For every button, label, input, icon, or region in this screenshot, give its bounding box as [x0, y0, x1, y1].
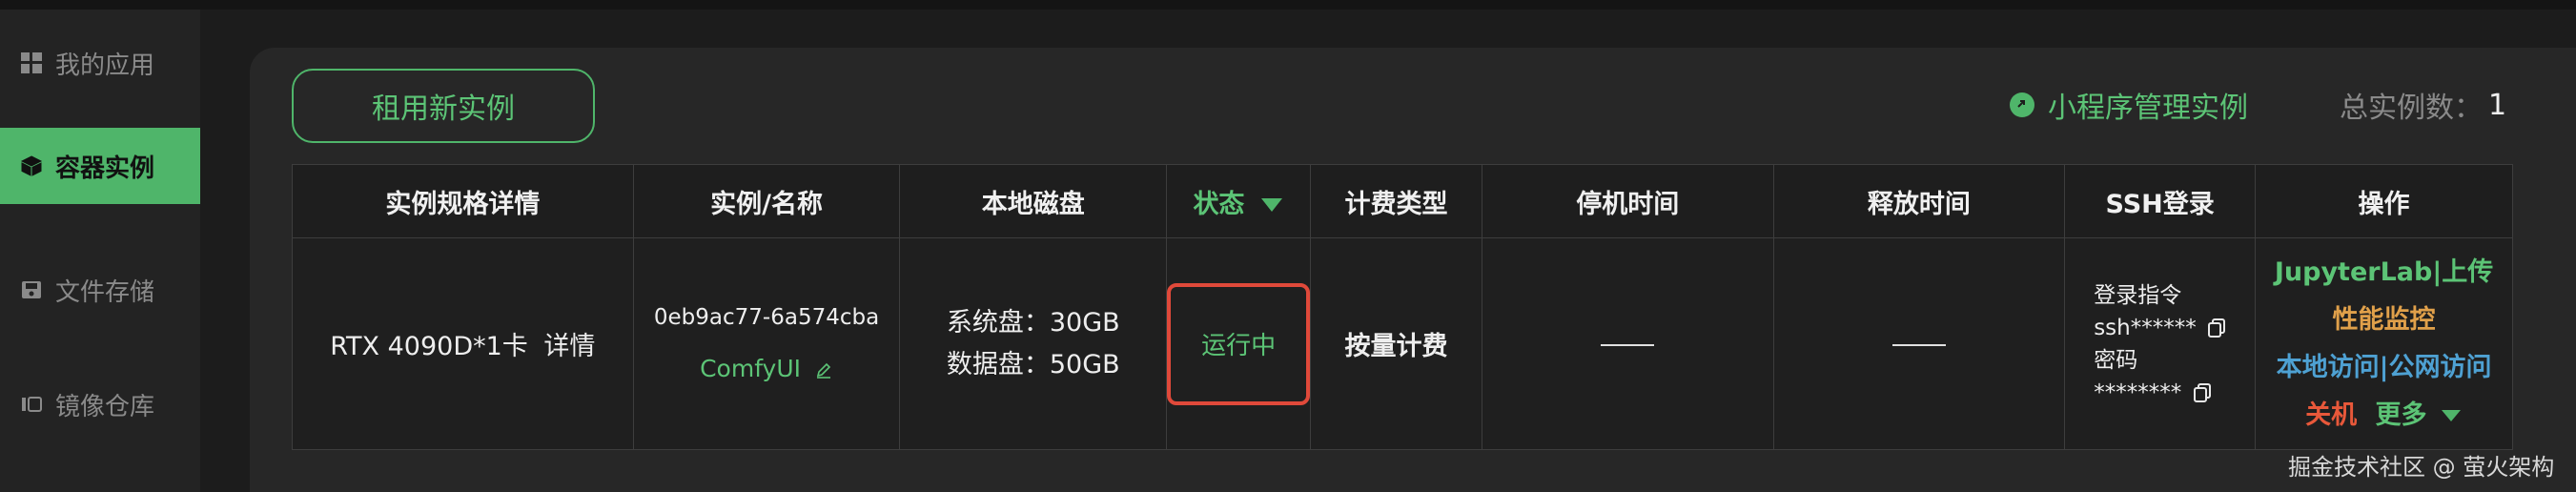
- jupyterlab-link[interactable]: JupyterLab: [2275, 257, 2432, 287]
- sidebar-item-file-storage[interactable]: 文件存储: [0, 252, 200, 328]
- empty-dash: [1891, 343, 1946, 346]
- table-header-row: 实例规格详情 实例/名称 本地磁盘 状态 计费类型 停机时间 释放时间 SSH登…: [292, 164, 2513, 238]
- instance-name-label: ComfyUI: [700, 355, 802, 382]
- public-access-link[interactable]: 公网访问: [2388, 353, 2491, 382]
- sidebar-item-my-apps[interactable]: 我的应用: [0, 25, 200, 101]
- access-row: 本地访问|公网访问: [2276, 352, 2492, 382]
- watermark: 掘金技术社区 @ 萤火架构: [2288, 454, 2555, 481]
- column-header-release-time: 释放时间: [1772, 164, 2066, 238]
- cell-spec: RTX 4090D*1卡 详情: [292, 237, 634, 450]
- total-instances: 总实例数： 1: [2340, 86, 2507, 126]
- instance-name[interactable]: ComfyUI: [634, 355, 900, 382]
- rent-new-instance-button[interactable]: 租用新实例: [292, 69, 595, 143]
- jupyter-upload-row: JupyterLab|上传: [2274, 256, 2494, 287]
- copy-icon[interactable]: [2207, 318, 2226, 338]
- edit-icon[interactable]: [814, 360, 833, 379]
- more-label: 更多: [2375, 400, 2427, 430]
- ssh-password-value: ********: [2094, 379, 2182, 405]
- sidebar: 我的应用 容器实例 文件存储 镜像仓库: [0, 10, 200, 492]
- cell-actions: JupyterLab|上传 性能监控 本地访问|公网访问 关机 更多: [2255, 237, 2513, 450]
- sidebar-item-container-instances[interactable]: 容器实例: [0, 128, 200, 204]
- copy-icon[interactable]: [2193, 382, 2212, 403]
- chevron-down-icon: [2441, 410, 2461, 421]
- filter-triangle-icon: [1260, 198, 1282, 212]
- column-header-instance-name: 实例/名称: [632, 164, 901, 238]
- total-count: 1: [2488, 88, 2507, 122]
- ssh-command-label: 登录指令: [2094, 282, 2182, 308]
- sidebar-item-label: 容器实例: [55, 154, 155, 183]
- sidebar-item-label: 镜像仓库: [55, 392, 155, 421]
- grid-icon: [19, 51, 44, 75]
- sidebar-item-label: 我的应用: [55, 51, 155, 80]
- monitor-row: 性能监控: [2256, 297, 2512, 344]
- mini-program-manage-label: 小程序管理实例: [2048, 92, 2248, 125]
- performance-monitor-link[interactable]: 性能监控: [2333, 305, 2436, 335]
- image-icon: [19, 392, 44, 417]
- shutdown-button[interactable]: 关机: [2305, 400, 2357, 430]
- spec-details-link[interactable]: 详情: [543, 332, 595, 361]
- local-access-link[interactable]: 本地访问: [2277, 353, 2380, 382]
- sidebar-item-image-registry[interactable]: 镜像仓库: [0, 366, 200, 442]
- disk-icon: [19, 277, 44, 302]
- ssh-command-value: ssh******: [2094, 315, 2197, 340]
- more-dropdown[interactable]: 更多: [2376, 400, 2463, 430]
- column-header-local-disk: 本地磁盘: [899, 164, 1168, 238]
- column-header-spec: 实例规格详情: [292, 164, 634, 238]
- link-icon: [2010, 92, 2034, 117]
- cube-icon: [19, 154, 44, 178]
- system-disk: 系统盘：30GB: [946, 307, 1120, 338]
- cell-ssh: 登录指令 ssh****** 密码 ********: [2064, 237, 2257, 450]
- data-disk: 数据盘：50GB: [946, 349, 1120, 379]
- cell-disk: 系统盘：30GB 数据盘：50GB: [899, 237, 1168, 450]
- column-header-ssh: SSH登录: [2064, 164, 2257, 238]
- total-label: 总实例数：: [2340, 92, 2483, 125]
- table-row: RTX 4090D*1卡 详情 0eb9ac77-6a574cba ComfyU…: [292, 237, 2513, 450]
- status-header-label: 状态: [1193, 189, 1245, 219]
- empty-dash: [1601, 343, 1655, 346]
- cell-stop-time: [1481, 237, 1774, 450]
- cell-billing: 按量计费: [1310, 237, 1482, 450]
- instance-id: 0eb9ac77-6a574cba: [653, 305, 880, 330]
- mini-program-manage-link[interactable]: 小程序管理实例: [2010, 86, 2248, 125]
- top-bar: [0, 0, 2576, 10]
- cell-status: 运行中: [1166, 237, 1312, 450]
- instance-table: 实例规格详情 实例/名称 本地磁盘 状态 计费类型 停机时间 释放时间 SSH登…: [292, 164, 2513, 450]
- column-header-stop-time: 停机时间: [1481, 164, 1774, 238]
- status-badge: 运行中: [1167, 282, 1311, 405]
- cell-instance: 0eb9ac77-6a574cba ComfyUI: [632, 237, 901, 450]
- cell-release-time: [1772, 237, 2066, 450]
- shutdown-more-row: 关机 更多: [2256, 392, 2512, 440]
- column-header-status[interactable]: 状态: [1166, 164, 1312, 238]
- ssh-password: ********: [2094, 377, 2226, 409]
- column-header-actions: 操作: [2255, 164, 2513, 238]
- spec-text: RTX 4090D*1卡: [330, 332, 528, 361]
- ssh-command: ssh******: [2094, 312, 2226, 344]
- ssh-password-label: 密码: [2094, 347, 2138, 373]
- sidebar-item-label: 文件存储: [55, 277, 155, 307]
- column-header-billing: 计费类型: [1310, 164, 1482, 238]
- upload-link[interactable]: 上传: [2442, 257, 2493, 287]
